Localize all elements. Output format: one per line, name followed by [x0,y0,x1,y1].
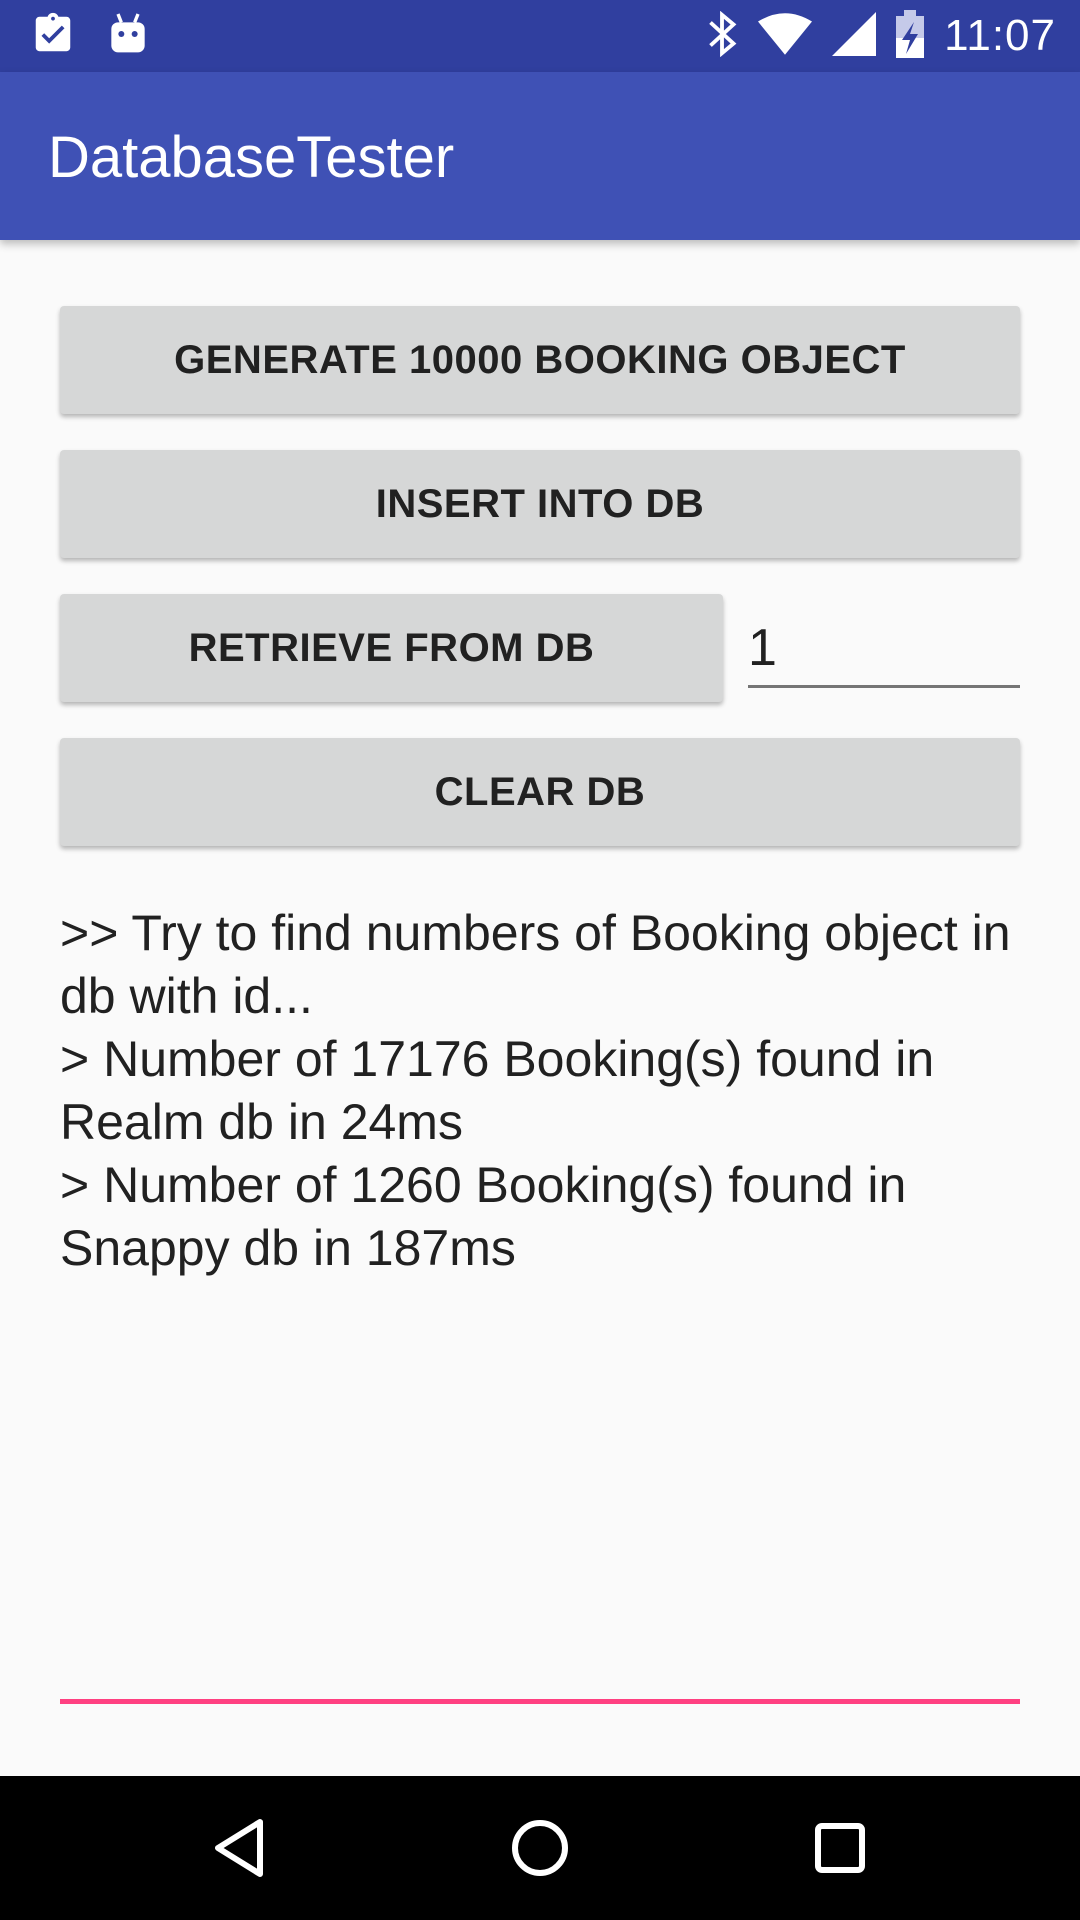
clipboard-check-icon [30,11,76,62]
log-line: > Number of 17176 Booking(s) found in Re… [60,1031,935,1150]
bluetooth-icon [706,10,738,62]
app-title: DatabaseTester [48,125,455,190]
retrieve-from-db-button[interactable]: RETRIEVE FROM DB [60,594,723,702]
insert-into-db-button[interactable]: INSERT INTO DB [60,450,1020,558]
booking-id-input[interactable] [748,610,1020,688]
result-log: >> Try to find numbers of Booking object… [60,902,1020,1280]
signal-icon [832,11,877,61]
app-bar: DatabaseTester [0,72,1080,240]
log-line: > Number of 1260 Booking(s) found in Sna… [60,1157,907,1276]
clear-db-button[interactable]: CLEAR DB [60,738,1020,846]
status-left-icons [30,12,148,60]
status-right-icons: 11:07 [706,0,1056,72]
progress-underline [60,1699,1020,1704]
recents-icon[interactable] [804,1812,876,1884]
home-icon[interactable] [504,1812,576,1884]
log-line: >> Try to find numbers of Booking object… [60,905,1011,1024]
battery-icon [896,9,925,63]
status-time: 11:07 [944,11,1056,60]
navigation-bar [0,1776,1080,1920]
generate-bookings-button[interactable]: GENERATE 10000 BOOKING OBJECT [60,306,1020,414]
wifi-icon [758,12,813,60]
android-icon [108,12,148,61]
status-bar: 11:07 [0,0,1080,72]
back-icon[interactable] [204,1812,276,1884]
